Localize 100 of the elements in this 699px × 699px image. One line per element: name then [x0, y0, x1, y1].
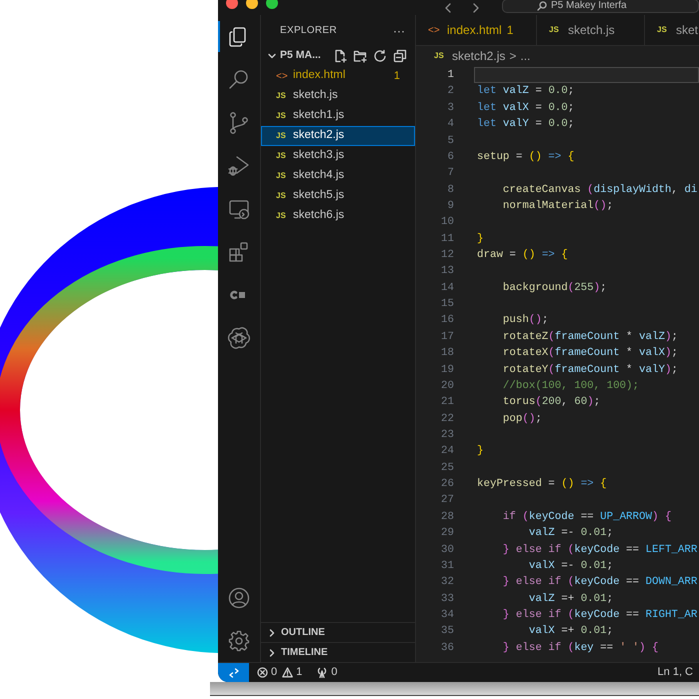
js-file-icon: JS — [276, 110, 290, 122]
code-line: valX =+ 0.01; — [528, 624, 614, 640]
js-file-icon: JS — [434, 50, 448, 62]
new-folder-icon[interactable] — [353, 49, 367, 63]
refresh-icon[interactable] — [373, 49, 387, 63]
line-number: 35 — [440, 624, 454, 640]
code-line: } else if (key == ' ') { — [502, 640, 660, 656]
line-number: 15 — [440, 297, 454, 312]
breadcrumb-item[interactable]: sketch2.js — [452, 47, 506, 65]
account-icon[interactable] — [227, 586, 251, 610]
antenna-icon[interactable] — [316, 667, 328, 678]
cursor-position[interactable]: Ln 1, C — [658, 664, 699, 681]
code-line: createCanvas (displayWidth, di — [502, 182, 698, 198]
code-line: rotateZ(frameCount * valZ); — [502, 330, 679, 345]
breadcrumb-item[interactable]: ... — [520, 47, 530, 65]
section-header[interactable]: TIMELINE — [261, 642, 415, 662]
file-name: sketch5.js — [293, 188, 344, 204]
line-number: 16 — [440, 313, 454, 328]
problems-button[interactable]: 0 1 — [257, 664, 302, 681]
file-item[interactable]: JS sketch5.js — [261, 186, 415, 206]
file-item[interactable]: JS sketch2.js — [261, 126, 415, 146]
code-line: setup = () => { — [476, 150, 576, 165]
editor-tab[interactable]: JS sketch.js — [537, 15, 645, 46]
line-number: 2 — [446, 84, 454, 100]
collapse-all-icon[interactable] — [393, 49, 407, 63]
file-name: sketch6.js — [293, 208, 344, 224]
code-line: } else if (keyCode == LEFT_ARR — [502, 542, 698, 558]
html-file-icon: <> — [428, 22, 442, 38]
line-number: 19 — [440, 362, 454, 378]
code-line: draw = () => { — [476, 248, 569, 264]
file-name: sketch.js — [293, 88, 338, 104]
search-icon[interactable] — [537, 0, 547, 10]
file-item[interactable]: JS sketch4.js — [261, 166, 415, 186]
tab-label: index.html — [447, 22, 502, 39]
file-item[interactable]: JS sketch.js — [261, 86, 415, 106]
close-button[interactable] — [226, 0, 238, 8]
line-number: 13 — [440, 264, 454, 280]
problem-count: 1 — [394, 68, 400, 84]
code-line: if (keyCode == UP_ARROW) { — [502, 510, 672, 525]
line-number: 30 — [440, 542, 454, 558]
line-number: 11 — [440, 232, 454, 247]
line-number: 25 — [440, 460, 454, 476]
line-number: 21 — [440, 395, 454, 410]
editor-tab[interactable]: <> index.html 1 — [416, 15, 537, 46]
line-number: 10 — [440, 215, 454, 230]
line-number: 28 — [440, 510, 454, 525]
maximize-button[interactable] — [266, 0, 278, 8]
remote-button[interactable] — [218, 663, 249, 682]
code-line: background(255); — [502, 280, 608, 296]
minimize-button[interactable] — [246, 0, 258, 8]
code-line: push(); — [502, 313, 550, 328]
warning-icon[interactable] — [282, 667, 294, 678]
line-number: 22 — [440, 412, 454, 427]
file-item[interactable]: JS sketch1.js — [261, 106, 415, 126]
js-file-icon: JS — [276, 210, 290, 222]
ports-button[interactable]: 0 — [316, 664, 338, 681]
file-name: sketch1.js — [293, 108, 344, 124]
file-item[interactable]: JS sketch3.js — [261, 146, 415, 166]
knot-icon[interactable] — [227, 326, 251, 350]
line-number: 20 — [440, 378, 454, 394]
html-file-icon: <> — [276, 68, 290, 84]
file-item[interactable]: JS sketch6.js — [261, 206, 415, 226]
line-number: 33 — [440, 592, 454, 607]
line-number: 31 — [440, 558, 454, 574]
remote-icon — [228, 668, 238, 678]
line-number: 18 — [440, 346, 454, 362]
line-number: 12 — [440, 248, 454, 264]
file-name: sketch3.js — [293, 148, 344, 164]
code-line: let valZ = 0.0; — [476, 84, 576, 100]
file-name: sketch2.js — [293, 128, 344, 144]
more-actions-button[interactable]: ··· — [393, 22, 405, 40]
code-line: } — [476, 444, 484, 460]
tab-label: sketch.js — [568, 22, 615, 39]
command-center-search[interactable]: P5 Makey Interfa — [502, 0, 699, 12]
new-file-icon[interactable] — [333, 49, 347, 63]
line-number: 26 — [440, 477, 454, 492]
folder-name[interactable]: P5 MA... — [280, 48, 321, 64]
code-line: rotateX(frameCount * valX); — [502, 346, 679, 362]
line-number: 5 — [446, 134, 454, 149]
source-control-icon[interactable] — [227, 110, 251, 134]
line-number: 14 — [440, 280, 454, 296]
line-number: 24 — [440, 444, 454, 460]
file-item[interactable]: <> index.html 1 — [261, 66, 415, 86]
tab-label: sket — [676, 22, 698, 39]
file-name: sketch4.js — [293, 168, 344, 184]
code-line: normalMaterial(); — [502, 198, 614, 214]
code-line: rotateY(frameCount * valY); — [502, 362, 679, 378]
chevron-down-icon[interactable] — [267, 51, 277, 61]
section-header[interactable]: OUTLINE — [261, 622, 415, 642]
line-number: 1 — [446, 68, 454, 84]
line-number: 8 — [446, 182, 454, 198]
line-number: 29 — [440, 526, 454, 542]
file-name: index.html — [293, 68, 346, 84]
run-debug-icon[interactable] — [227, 154, 251, 178]
error-icon[interactable] — [257, 667, 268, 678]
sidebar-title: EXPLORER — [280, 24, 337, 38]
code-line: } else if (keyCode == DOWN_ARR — [502, 575, 698, 590]
line-number: 3 — [446, 100, 454, 116]
settings-icon[interactable] — [227, 628, 251, 652]
code-line: //box(100, 100, 100); — [502, 378, 640, 394]
